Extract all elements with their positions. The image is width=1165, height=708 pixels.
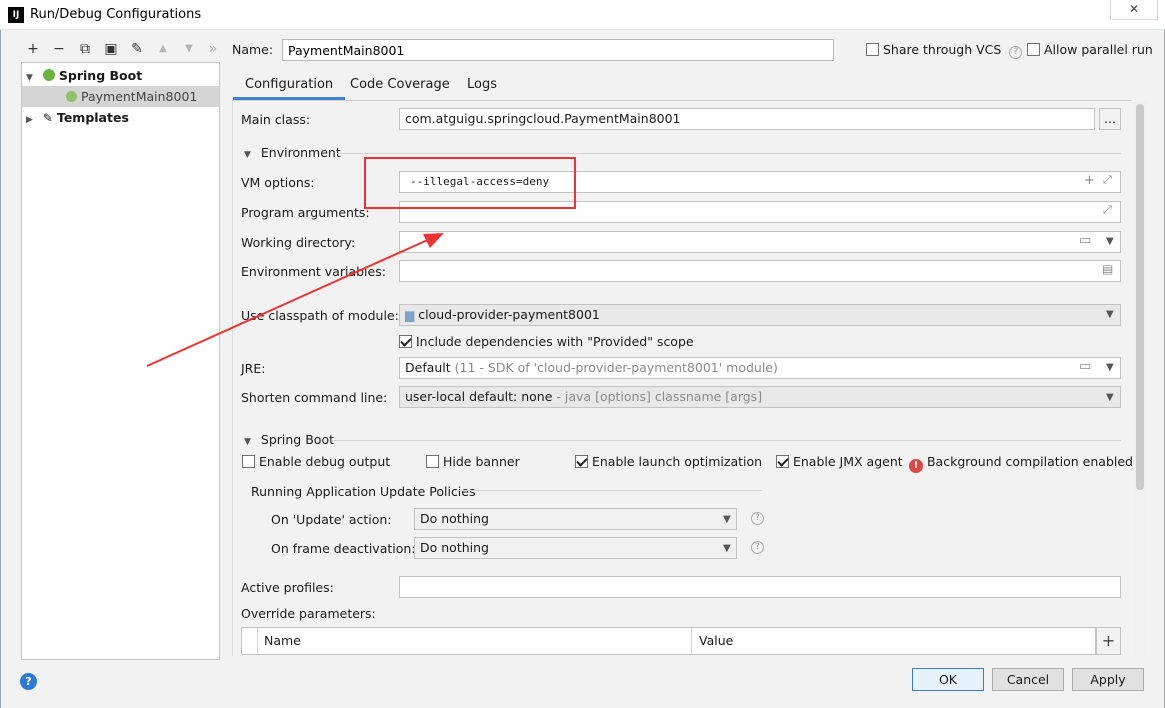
annotation-arrow xyxy=(146,233,444,367)
annotation-arrow-line xyxy=(146,237,433,367)
